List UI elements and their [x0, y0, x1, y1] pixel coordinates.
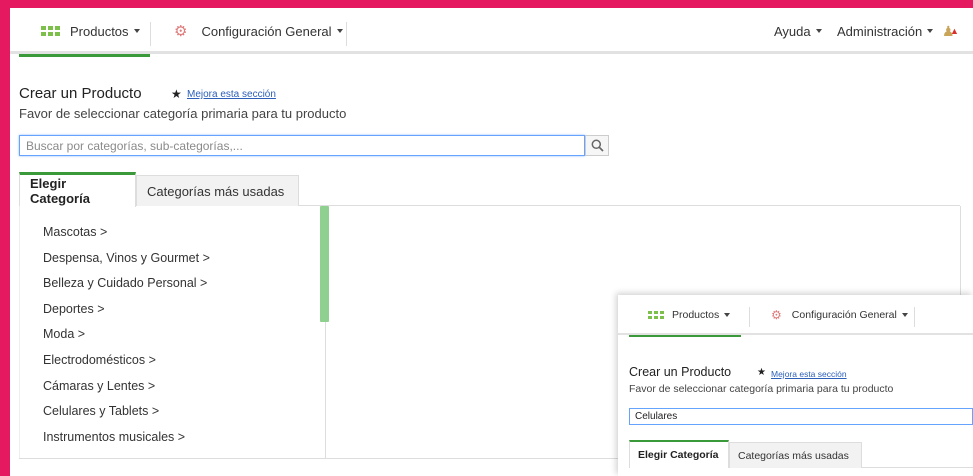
- overlay-nav-products-menu[interactable]: Productos: [629, 295, 741, 337]
- page-subtitle: Favor de seleccionar categoría primaria …: [19, 106, 347, 121]
- top-navbar: Productos ⚙ Configuración General Ayuda …: [10, 8, 973, 57]
- category-search-input[interactable]: [19, 135, 585, 156]
- nav-products-label: Productos: [70, 23, 129, 39]
- tab-most-used[interactable]: Categorías más usadas: [136, 175, 299, 206]
- overlay-tab-most-used[interactable]: Categorías más usadas: [729, 442, 862, 468]
- user-menu[interactable]: ♟ ▲: [942, 8, 959, 54]
- nav-divider: [749, 307, 750, 327]
- gear-icon: ⚙: [174, 23, 188, 40]
- category-item[interactable]: Mascotas >: [43, 223, 325, 249]
- category-item[interactable]: Belleza y Cuidado Personal >: [43, 274, 325, 300]
- star-icon: ★: [757, 367, 766, 378]
- nav-divider: [346, 22, 347, 46]
- overlay-nav-config-menu[interactable]: ⚙ Configuración General: [771, 295, 908, 335]
- nav-admin-label: Administración: [837, 23, 923, 39]
- category-item[interactable]: Cámaras y Lentes >: [43, 377, 325, 403]
- app-window: Productos ⚙ Configuración General Ayuda …: [10, 8, 973, 476]
- category-item[interactable]: Instrumentos musicales >: [43, 428, 325, 454]
- overlay-page-title: Crear un Producto: [629, 365, 732, 379]
- nav-divider: [150, 22, 151, 46]
- overlay-nav-products-label: Productos: [672, 309, 720, 321]
- category-item[interactable]: Celulares y Tablets >: [43, 402, 325, 428]
- category-item[interactable]: Electrodomésticos >: [43, 351, 325, 377]
- chevron-down-icon: [927, 29, 934, 33]
- category-list-panel: Mascotas > Despensa, Vinos y Gourmet > Bel…: [19, 206, 329, 459]
- overlay-category-search-input[interactable]: [629, 408, 973, 425]
- overlay-navbar: Productos ⚙ Configuración General: [618, 295, 973, 337]
- apps-grid-icon: [648, 311, 664, 319]
- nav-help-label: Ayuda: [774, 23, 811, 39]
- tab-choose-category[interactable]: Elegir Categoría: [19, 172, 136, 207]
- overlay-nav-config-label: Configuración General: [791, 309, 897, 321]
- chevron-down-icon: [815, 29, 822, 33]
- search-button[interactable]: [585, 135, 609, 156]
- page-title: Crear un Producto: [19, 85, 142, 102]
- category-tabs: Elegir Categoría Categorías más usadas: [19, 172, 960, 207]
- nav-config-menu[interactable]: ⚙ Configuración General: [174, 8, 343, 54]
- category-item[interactable]: Moda >: [43, 325, 325, 351]
- category-list: Mascotas > Despensa, Vinos y Gourmet > Bel…: [20, 206, 325, 453]
- apps-grid-icon: [41, 26, 60, 36]
- star-icon: ★: [171, 87, 182, 101]
- nav-divider: [914, 307, 915, 327]
- overlay-tab-choose-category[interactable]: Elegir Categoría: [629, 440, 729, 468]
- nav-products-menu[interactable]: Productos: [19, 8, 150, 57]
- overlay-screenshot: Productos ⚙ Configuración General Crear …: [618, 295, 973, 476]
- nav-admin-menu[interactable]: Administración: [837, 8, 934, 54]
- search-icon: [591, 139, 604, 152]
- chevron-down-icon: [133, 29, 140, 33]
- nav-help-menu[interactable]: Ayuda: [774, 8, 822, 54]
- overlay-page-subtitle: Favor de seleccionar categoría primaria …: [629, 383, 894, 395]
- chevron-down-icon: [724, 313, 731, 317]
- scrollbar-thumb[interactable]: [320, 206, 329, 322]
- category-item[interactable]: Deportes >: [43, 300, 325, 326]
- overlay-category-tabs: Elegir Categoría Categorías más usadas: [629, 440, 973, 468]
- user-alert-icon: ♟ ▲: [942, 22, 959, 39]
- category-item[interactable]: Despensa, Vinos y Gourmet >: [43, 249, 325, 275]
- chevron-down-icon: [336, 29, 343, 33]
- improve-section-link[interactable]: Mejora esta sección: [187, 89, 276, 100]
- chevron-down-icon: [901, 313, 908, 317]
- nav-config-label: Configuración General: [201, 23, 332, 39]
- overlay-improve-section-link[interactable]: Mejora esta sección: [771, 369, 847, 379]
- gear-icon: ⚙: [771, 308, 782, 322]
